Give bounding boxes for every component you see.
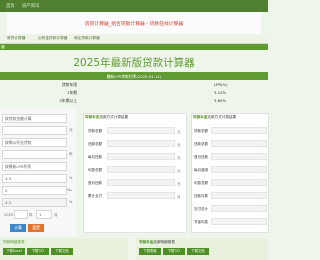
tab-commercial[interactable]: 商业贷款计算器	[74, 36, 100, 41]
final-rate-unit: %	[69, 200, 73, 204]
result-field	[107, 179, 175, 186]
tab-mortgage[interactable]: 房贷计算器	[7, 36, 26, 41]
loan-years-unit: 年	[69, 152, 73, 156]
nav-home[interactable]: 首页	[6, 3, 15, 9]
left-report-title: 贷款明细报表	[3, 240, 25, 244]
result-unit: 元	[177, 169, 181, 173]
download-doc-button-2[interactable]: 下载文档	[187, 248, 209, 255]
result-label: 利息总额	[88, 168, 102, 172]
equal-installment-title-rest: 还款方式计算结果	[99, 115, 129, 119]
rate-method-select[interactable]: 按最新LPR利率	[2, 162, 67, 171]
start-year-value[interactable]: 2025	[4, 213, 13, 217]
section-header: 器	[0, 44, 268, 50]
result-field	[211, 205, 267, 212]
loan-amount-input[interactable]	[2, 126, 67, 135]
result-field	[107, 127, 175, 134]
rate-value: 3.60%	[214, 98, 227, 103]
result-label: 利息总额	[194, 181, 208, 185]
right-report-title: 等额本金还款明细报表	[139, 240, 175, 245]
top-nav: 首页 房产资讯	[0, 0, 268, 12]
start-month-unit: 月	[54, 213, 58, 217]
nav-news[interactable]: 房产资讯	[22, 3, 39, 9]
result-label: 首月还款	[88, 181, 102, 185]
result-label: 支付总计	[194, 207, 208, 211]
calculator-tabs: 房贷计算器 公积金贷款计算器 商业贷款计算器	[0, 34, 268, 44]
equal-installment-title: 等额本息还款方式计算结果	[85, 115, 128, 120]
result-field	[107, 166, 175, 173]
section-header-text: 器	[1, 44, 5, 49]
result-label: 还款总额	[194, 142, 208, 146]
result-unit: 元	[177, 156, 181, 160]
download-table-button[interactable]: 下载表格	[139, 248, 161, 255]
rate-adjust-input[interactable]: 0	[2, 186, 67, 195]
result-field	[211, 153, 267, 160]
calculate-button[interactable]: 计算	[10, 224, 26, 232]
reset-button[interactable]: 重置	[28, 224, 44, 232]
download-excel-button[interactable]: 下载Excel	[3, 248, 25, 255]
result-field	[107, 153, 175, 160]
rate-adjust-unit: ‰	[67, 188, 72, 192]
result-unit: 元	[177, 182, 181, 186]
calc-method-select[interactable]: 按贷款金额计算	[2, 114, 67, 123]
result-field	[107, 192, 175, 199]
download-doc-button[interactable]: 下载文档	[51, 248, 73, 255]
rate-row-header: 贷款年限 LPR(%)	[0, 80, 268, 88]
result-field	[211, 127, 267, 134]
result-field	[211, 179, 267, 186]
equal-principal-title-strong: 等额本金	[193, 115, 208, 119]
rate-row-1y: 1年期 3.10%	[0, 88, 268, 96]
result-field	[211, 140, 267, 147]
result-unit: 月	[177, 195, 181, 199]
rate-key: 5年期以上	[59, 98, 77, 103]
loan-type-select[interactable]: 按揭公积金贷款	[2, 138, 67, 147]
header-title: 房贷计算器_组合贷款计算器 - 贷款在线计算器	[84, 22, 184, 27]
result-field	[107, 140, 175, 147]
start-month-select[interactable]: 1	[36, 210, 52, 219]
rate-row-5y: 5年期以上 3.60%	[0, 96, 268, 104]
result-unit: 元	[177, 130, 181, 134]
start-year-unit: 年	[29, 213, 33, 217]
page-header: 房贷计算器_组合贷款计算器 - 贷款在线计算器	[7, 12, 261, 34]
result-field	[211, 192, 267, 199]
equal-principal-title: 等额本金还款方式计算结果	[193, 115, 236, 120]
result-field	[211, 166, 267, 173]
result-label: 还款月数	[194, 194, 208, 198]
loan-amount-unit: 元	[69, 128, 73, 132]
download-txt-button-2[interactable]: 下载TXT	[163, 248, 185, 255]
result-field	[211, 218, 267, 225]
base-rate-input[interactable]: 4.3	[2, 174, 67, 183]
result-label: 累计支付	[88, 194, 102, 198]
result-label: 贷款总额	[194, 129, 208, 133]
download-txt-button[interactable]: 下载TXT	[27, 248, 49, 255]
rate-value: LPR(%)	[214, 82, 228, 87]
result-label: 每月还款	[88, 155, 102, 159]
right-report-title-rest: 还款明细报表	[153, 240, 175, 244]
equal-principal-title-rest: 还款方式计算结果	[207, 115, 237, 119]
base-rate-unit: %	[69, 176, 73, 180]
rate-value: 3.10%	[214, 90, 227, 95]
tab-provident-fund[interactable]: 公积金贷款计算器	[38, 36, 68, 41]
result-unit: 元	[177, 143, 181, 147]
equal-installment-title-strong: 等额本息	[85, 115, 100, 119]
loan-years-input[interactable]	[2, 150, 67, 159]
start-year-select[interactable]	[14, 210, 28, 219]
page-title: 2025年最新版贷款计算器	[73, 57, 195, 69]
right-report-title-strong: 等额本金	[139, 240, 154, 244]
result-label: 贷款总额	[88, 129, 102, 133]
result-label: 每月递减	[194, 168, 208, 172]
lpr-rate-bar: 最新LPR贷款利率(2025-01-11)	[0, 72, 268, 80]
result-label: 首月还款	[194, 155, 208, 159]
result-label: 还款总额	[88, 142, 102, 146]
result-label: 节省利息	[194, 220, 208, 224]
final-rate-input[interactable]: 4.3	[2, 198, 67, 207]
